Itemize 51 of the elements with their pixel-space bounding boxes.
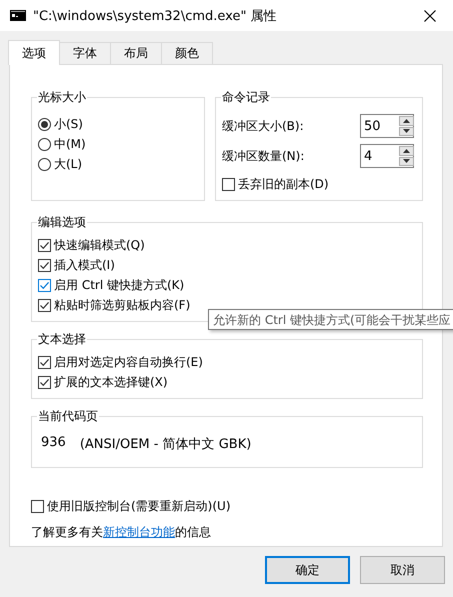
checkbox[interactable] bbox=[38, 356, 51, 368]
checkbox-label: 启用 Ctrl 键快捷方式(K) bbox=[54, 276, 184, 294]
up-arrow-icon bbox=[403, 148, 410, 153]
spin-box[interactable]: 50 bbox=[360, 114, 414, 138]
field-label: 缓冲区数量(N): bbox=[222, 148, 304, 164]
checkbox[interactable] bbox=[38, 298, 51, 312]
console-icon bbox=[10, 10, 26, 21]
down-arrow-icon bbox=[403, 129, 410, 134]
spin-up-button[interactable] bbox=[399, 146, 414, 156]
checkbox-label: 使用旧版控制台(需要重新启动)(U) bbox=[47, 498, 231, 514]
group-title: 编辑选项 bbox=[37, 214, 87, 231]
tab[interactable]: 颜色 bbox=[161, 42, 213, 64]
radio-button[interactable] bbox=[38, 118, 51, 130]
link[interactable]: 新控制台功能 bbox=[103, 525, 175, 539]
window-title: "C:\windows\system32\cmd.exe" 属性 bbox=[33, 8, 278, 24]
checkbox[interactable] bbox=[222, 178, 235, 190]
checkbox[interactable] bbox=[38, 376, 51, 388]
spin-box[interactable]: 4 bbox=[360, 144, 414, 168]
checkbox[interactable] bbox=[38, 238, 51, 252]
checkbox-label: 快速编辑模式(Q) bbox=[54, 236, 145, 254]
radio-label: 大(L) bbox=[54, 156, 82, 172]
field-label: 缓冲区大小(B): bbox=[222, 118, 304, 134]
dialog-button[interactable]: 确定 bbox=[265, 556, 350, 584]
checkbox[interactable] bbox=[31, 500, 44, 512]
up-arrow-icon bbox=[403, 118, 410, 123]
checkbox-label: 启用对选定内容自动换行(E) bbox=[54, 354, 203, 370]
down-arrow-icon bbox=[403, 159, 410, 164]
radio-button[interactable] bbox=[38, 138, 51, 150]
code-page-name: (ANSI/OEM - 简体中文 GBK) bbox=[80, 436, 252, 453]
group-title: 命令记录 bbox=[221, 89, 271, 106]
spin-down-button[interactable] bbox=[399, 156, 414, 166]
spin-up-button[interactable] bbox=[399, 116, 414, 126]
dialog-button[interactable]: 取消 bbox=[360, 556, 445, 584]
group-title: 文本选择 bbox=[37, 331, 87, 348]
checkbox[interactable] bbox=[38, 278, 51, 292]
info-text: 了解更多有关新控制台功能的信息 bbox=[31, 524, 212, 541]
close-icon bbox=[424, 10, 436, 22]
checkbox-label: 扩展的文本选择键(X) bbox=[54, 374, 168, 390]
checkbox-label: 粘贴时筛选剪贴板内容(F) bbox=[54, 296, 190, 314]
checkbox-label: 插入模式(I) bbox=[54, 256, 115, 274]
spin-down-button[interactable] bbox=[399, 126, 414, 136]
radio-label: 小(S) bbox=[54, 116, 83, 132]
tooltip: 允许新的 Ctrl 键快捷方式(可能会干扰某些应 bbox=[208, 309, 453, 330]
checkbox-label: 丢弃旧的副本(D) bbox=[238, 176, 329, 192]
checkbox[interactable] bbox=[38, 258, 51, 272]
radio-button[interactable] bbox=[38, 158, 51, 170]
radio-label: 中(M) bbox=[54, 136, 86, 152]
group-title: 光标大小 bbox=[37, 89, 87, 106]
code-page-number: 936 bbox=[41, 435, 66, 452]
tab[interactable]: 选项 bbox=[8, 40, 60, 65]
group-title: 当前代码页 bbox=[37, 408, 99, 425]
